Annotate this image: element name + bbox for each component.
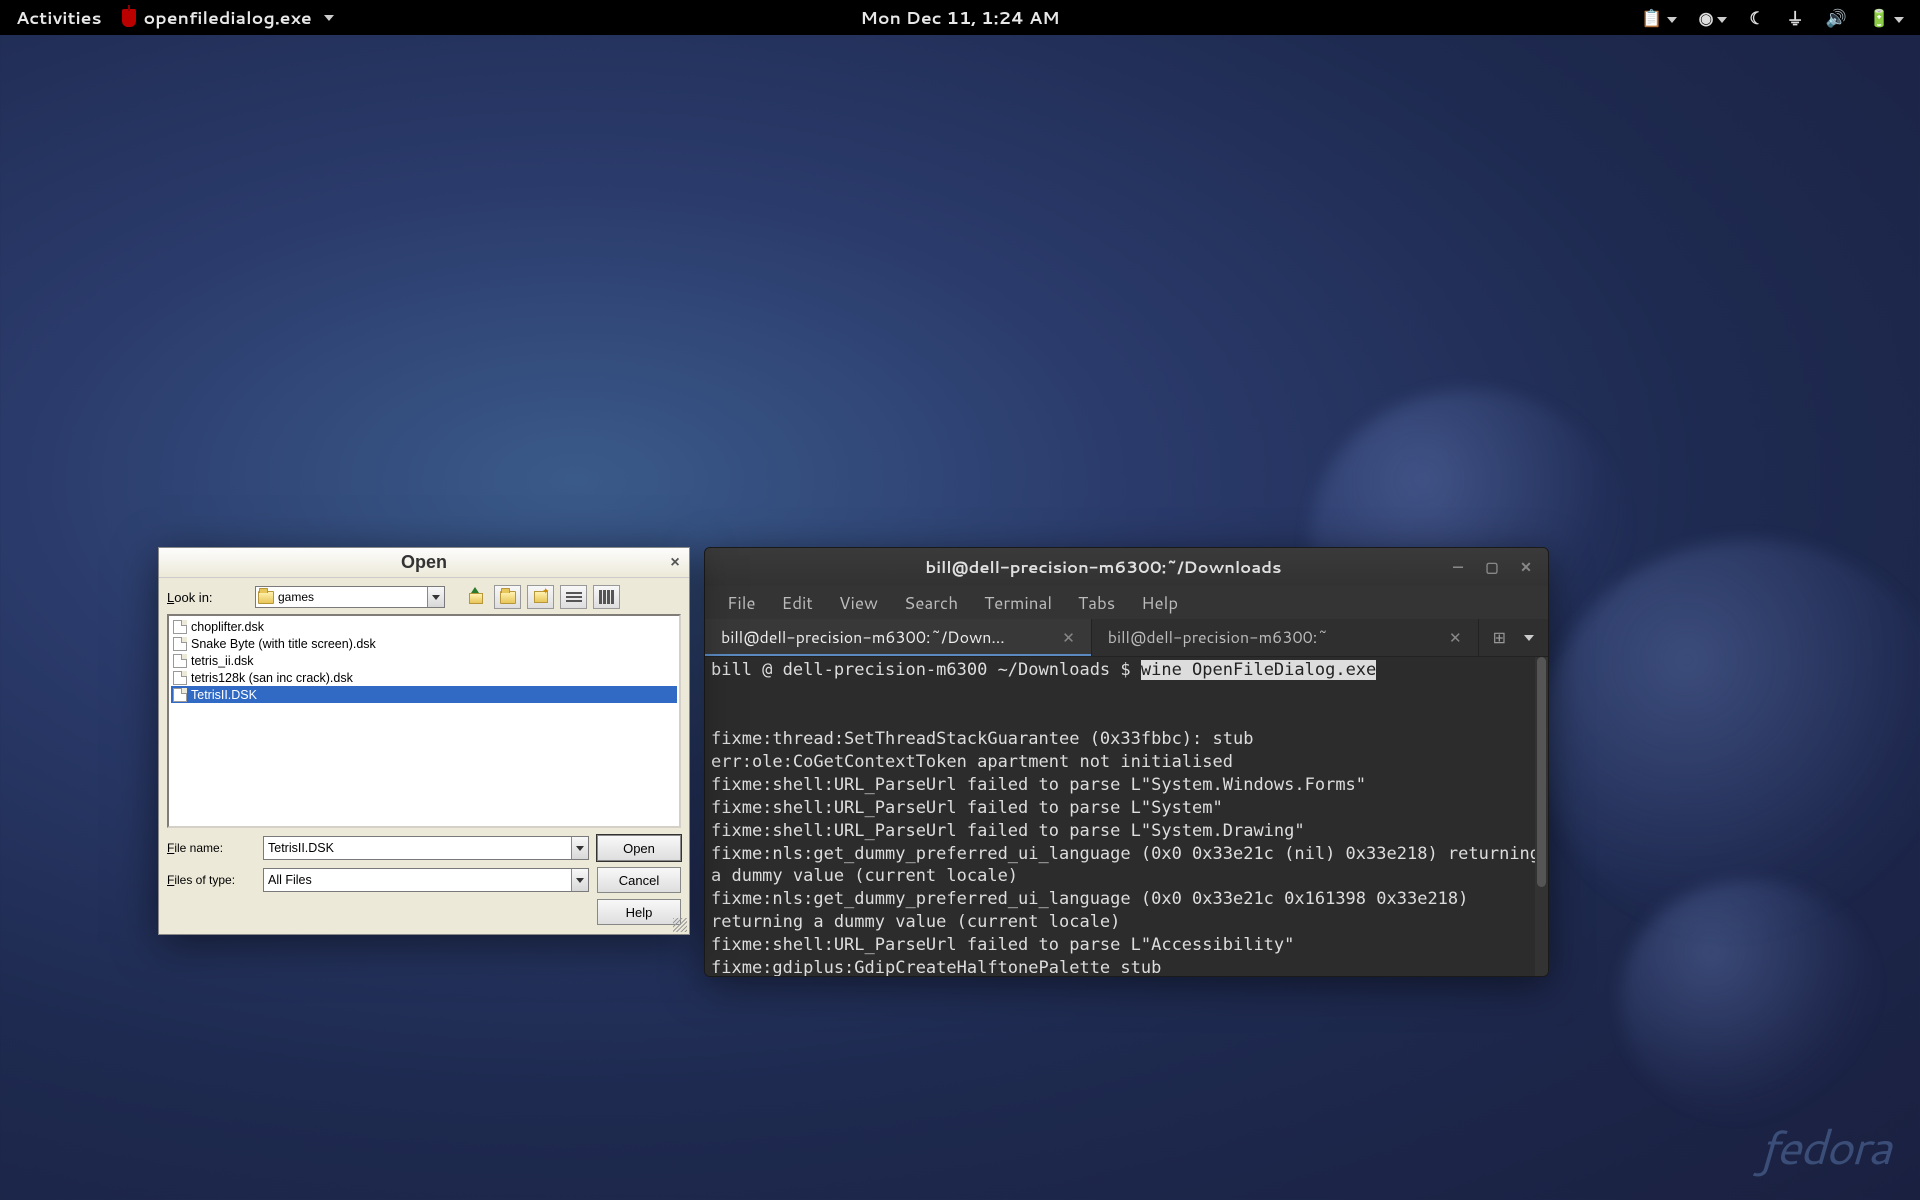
filetype-label: Files of type: xyxy=(167,873,255,887)
file-item[interactable]: TetrisII.DSK xyxy=(171,686,677,703)
file-icon xyxy=(173,671,187,685)
tab-label: bill@dell-precision-m6300:~/Down… xyxy=(721,626,1052,649)
clock[interactable]: Mon Dec 11, 1:24 AM xyxy=(860,5,1059,30)
fedora-watermark: fedora xyxy=(1759,1112,1890,1180)
menu-search[interactable]: Search xyxy=(892,587,970,619)
close-button[interactable]: × xyxy=(661,554,689,572)
tab-label: bill@dell-precision-m6300:~ xyxy=(1108,626,1439,649)
filetype-value: All Files xyxy=(268,873,312,887)
new-tab-button[interactable]: ⊞ xyxy=(1493,626,1506,649)
list-view-icon xyxy=(566,590,582,604)
terminal-line: fixme:shell:URL_ParseUrl failed to parse… xyxy=(711,797,1542,820)
menu-tabs[interactable]: Tabs xyxy=(1066,587,1127,619)
open-button[interactable]: Open xyxy=(597,835,681,861)
up-folder-icon xyxy=(468,590,482,604)
gnome-topbar: Activities openfiledialog.exe Mon Dec 11… xyxy=(0,0,1920,35)
view-details-button[interactable] xyxy=(593,585,620,609)
battery-menu[interactable]: 🔋 xyxy=(1869,5,1904,30)
file-item[interactable]: choplifter.dsk xyxy=(171,618,677,635)
new-folder-button[interactable] xyxy=(527,585,554,609)
file-name: tetris_ii.dsk xyxy=(191,654,254,668)
lookin-label: Look in: xyxy=(167,590,249,605)
file-icon xyxy=(173,688,187,702)
filetype-combo[interactable]: All Files xyxy=(263,868,589,892)
app-menu-label: openfiledialog.exe xyxy=(144,5,312,30)
terminal-line: fixme:shell:URL_ParseUrl failed to parse… xyxy=(711,774,1542,797)
file-name: TetrisII.DSK xyxy=(191,688,257,702)
help-button[interactable]: Help xyxy=(597,899,681,925)
volume-icon[interactable]: 🔊 xyxy=(1826,6,1847,30)
terminal-line: fixme:nls:get_dummy_preferred_ui_languag… xyxy=(711,843,1542,889)
cancel-button[interactable]: Cancel xyxy=(597,867,681,893)
tab-close-icon[interactable]: ✕ xyxy=(1449,627,1462,648)
file-item[interactable]: tetris128k (san inc crack).dsk xyxy=(171,669,677,686)
details-view-icon xyxy=(599,590,615,604)
terminal-line: fixme:nls:get_dummy_preferred_ui_languag… xyxy=(711,888,1542,934)
chevron-down-icon[interactable] xyxy=(427,587,444,607)
terminal-line: fixme:thread:SetThreadStackGuarantee (0x… xyxy=(711,728,1542,751)
night-light-icon[interactable]: ☾ xyxy=(1749,6,1764,30)
close-button[interactable]: ✕ xyxy=(1518,559,1534,575)
terminal-line: fixme:gdiplus:GdipCreateHalftonePalette … xyxy=(711,957,1542,976)
wifi-icon[interactable]: ⏚ xyxy=(1787,5,1804,31)
terminal-line: err:ole:CoGetContextToken apartment not … xyxy=(711,751,1542,774)
open-file-dialog: Open × Look in: games choplifter.dsk Snak… xyxy=(158,547,690,935)
terminal-tabs: bill@dell-precision-m6300:~/Down…✕bill@d… xyxy=(705,619,1548,657)
chevron-down-icon xyxy=(324,15,334,21)
maximize-button[interactable]: ▢ xyxy=(1484,559,1500,575)
bg-blob xyxy=(1620,880,1880,1120)
file-item[interactable]: tetris_ii.dsk xyxy=(171,652,677,669)
activities-button[interactable]: Activities xyxy=(16,5,102,30)
desktop-button[interactable] xyxy=(494,585,521,609)
filename-label: File name: xyxy=(167,841,255,855)
terminal-titlebar[interactable]: bill@dell-precision-m6300:~/Downloads — … xyxy=(705,548,1548,586)
file-name: tetris128k (san inc crack).dsk xyxy=(191,671,353,685)
terminal-tab[interactable]: bill@dell-precision-m6300:~ ✕ xyxy=(1092,619,1479,656)
terminal-body[interactable]: bill @ dell-precision-m6300 ~/Downloads … xyxy=(705,657,1548,976)
resize-grip[interactable] xyxy=(673,918,687,932)
tab-close-icon[interactable]: ✕ xyxy=(1062,627,1075,648)
view-list-button[interactable] xyxy=(560,585,587,609)
menu-file[interactable]: File xyxy=(715,587,768,619)
scrollbar[interactable] xyxy=(1535,657,1548,976)
chevron-down-icon[interactable] xyxy=(571,869,588,891)
terminal-window: bill@dell-precision-m6300:~/Downloads — … xyxy=(704,547,1549,977)
file-item[interactable]: Snake Byte (with title screen).dsk xyxy=(171,635,677,652)
folder-icon xyxy=(258,591,274,604)
minimize-button[interactable]: — xyxy=(1450,559,1466,575)
wine-icon xyxy=(122,9,136,27)
menu-edit[interactable]: Edit xyxy=(770,587,825,619)
menu-help[interactable]: Help xyxy=(1129,587,1190,619)
file-icon xyxy=(173,620,187,634)
menu-terminal[interactable]: Terminal xyxy=(972,587,1064,619)
dialog-titlebar[interactable]: Open × xyxy=(159,548,689,578)
tab-menu-button[interactable] xyxy=(1524,635,1534,641)
desktop-icon xyxy=(500,591,516,604)
filename-value: TetrisII.DSK xyxy=(268,841,334,855)
accessibility-menu[interactable]: ◉ xyxy=(1699,5,1728,30)
lookin-value: games xyxy=(278,590,314,604)
terminal-line: fixme:shell:URL_ParseUrl failed to parse… xyxy=(711,820,1542,843)
go-up-button[interactable] xyxy=(461,585,488,609)
app-menu[interactable]: openfiledialog.exe xyxy=(122,5,334,30)
new-folder-icon xyxy=(534,591,548,603)
clipboard-indicator[interactable]: 📋 xyxy=(1641,5,1676,30)
file-icon xyxy=(173,654,187,668)
menu-view[interactable]: View xyxy=(827,587,890,619)
filename-input[interactable]: TetrisII.DSK xyxy=(263,836,589,860)
terminal-tab[interactable]: bill@dell-precision-m6300:~/Down… ✕ xyxy=(705,619,1092,656)
chevron-down-icon[interactable] xyxy=(571,837,588,859)
lookin-combo[interactable]: games xyxy=(255,586,445,608)
file-list[interactable]: choplifter.dsk Snake Byte (with title scr… xyxy=(167,614,681,828)
terminal-menubar: FileEditViewSearchTerminalTabsHelp xyxy=(705,586,1548,619)
file-icon xyxy=(173,637,187,651)
terminal-line: fixme:shell:URL_ParseUrl failed to parse… xyxy=(711,934,1542,957)
file-name: choplifter.dsk xyxy=(191,620,264,634)
dialog-title: Open xyxy=(187,552,661,573)
terminal-title: bill@dell-precision-m6300:~/Downloads xyxy=(771,556,1436,579)
file-name: Snake Byte (with title screen).dsk xyxy=(191,637,376,651)
